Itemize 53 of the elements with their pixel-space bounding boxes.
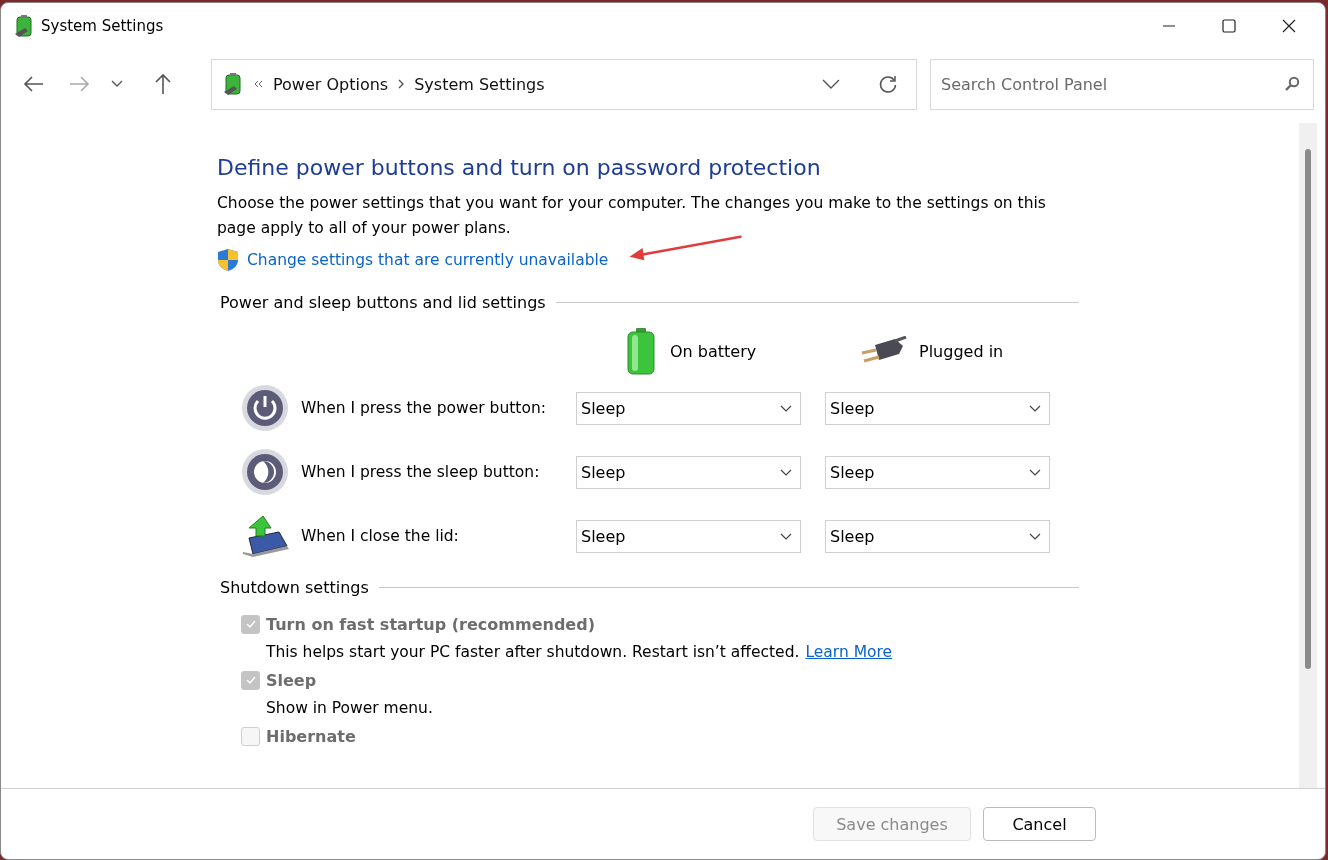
section-title: Power and sleep buttons and lid settings	[220, 293, 546, 312]
dropdown[interactable]: Sleep	[825, 391, 1050, 425]
address-bar[interactable]: Power Options System Settings	[211, 58, 917, 110]
chevron-down-icon[interactable]	[822, 79, 840, 89]
dropdown[interactable]: Sleep	[825, 519, 1050, 553]
chevron-down-icon	[1029, 468, 1041, 476]
window-title: System Settings	[41, 17, 164, 35]
scrollbar[interactable]	[1299, 123, 1317, 788]
column-header: Plugged in	[919, 341, 1004, 361]
option-label: Turn on fast startup (recommended)	[266, 614, 595, 634]
breadcrumb-item[interactable]: System Settings	[414, 74, 545, 94]
dropdown[interactable]: Sleep	[576, 455, 801, 489]
app-icon	[13, 14, 35, 38]
setting-label: When I press the power button:	[301, 399, 547, 417]
close-icon[interactable]	[1281, 18, 1297, 34]
chevron-down-icon	[780, 532, 792, 540]
dropdown[interactable]: Sleep	[825, 455, 1050, 489]
checkmark-icon	[244, 675, 257, 685]
sleep-button-icon	[241, 448, 289, 496]
chevron-down-icon[interactable]	[111, 80, 123, 88]
description-text: Choose the power settings that you want for your computer. The changes you make to the settings on this page apply to all of your power plans.	[217, 193, 1047, 239]
page-heading: Define power buttons and turn on password protection	[217, 154, 822, 182]
back-icon[interactable]	[23, 74, 45, 94]
option-label: Hibernate	[266, 726, 356, 746]
breadcrumb-item[interactable]: Power Options	[273, 74, 389, 94]
up-arrow-icon[interactable]	[153, 73, 173, 95]
chevron-down-icon	[1029, 532, 1041, 540]
shield-icon	[217, 248, 239, 272]
chevron-down-icon	[780, 404, 792, 412]
change-settings-link[interactable]: Change settings that are currently unavailable	[247, 251, 609, 269]
app-icon	[222, 72, 244, 96]
power-button-icon	[241, 384, 289, 432]
laptop-icon	[241, 514, 291, 558]
setting-label: When I close the lid:	[301, 527, 460, 545]
column-header: On battery	[670, 341, 757, 361]
maximize-icon[interactable]	[1221, 18, 1237, 34]
footer-button[interactable]: Cancel	[983, 807, 1096, 841]
option-description: This helps start your PC faster after shutdown. Restart isn’t affected.	[266, 643, 800, 661]
option-description: Show in Power menu.	[266, 699, 433, 717]
checkmark-icon	[244, 619, 257, 629]
chevron-right-icon	[398, 79, 405, 89]
setting-label: When I press the sleep button:	[301, 463, 541, 481]
section-title: Shutdown settings	[220, 578, 369, 597]
chevron-down-icon	[780, 468, 792, 476]
battery-icon	[624, 327, 658, 375]
dropdown[interactable]: Sleep	[576, 391, 801, 425]
double-chevron-icon	[254, 80, 263, 88]
search-icon[interactable]	[1284, 75, 1300, 92]
option-label: Sleep	[266, 670, 317, 690]
search-field[interactable]: Search Control Panel	[930, 58, 1314, 110]
refresh-icon[interactable]	[878, 74, 898, 94]
dropdown[interactable]: Sleep	[576, 519, 801, 553]
chevron-down-icon	[1029, 404, 1041, 412]
